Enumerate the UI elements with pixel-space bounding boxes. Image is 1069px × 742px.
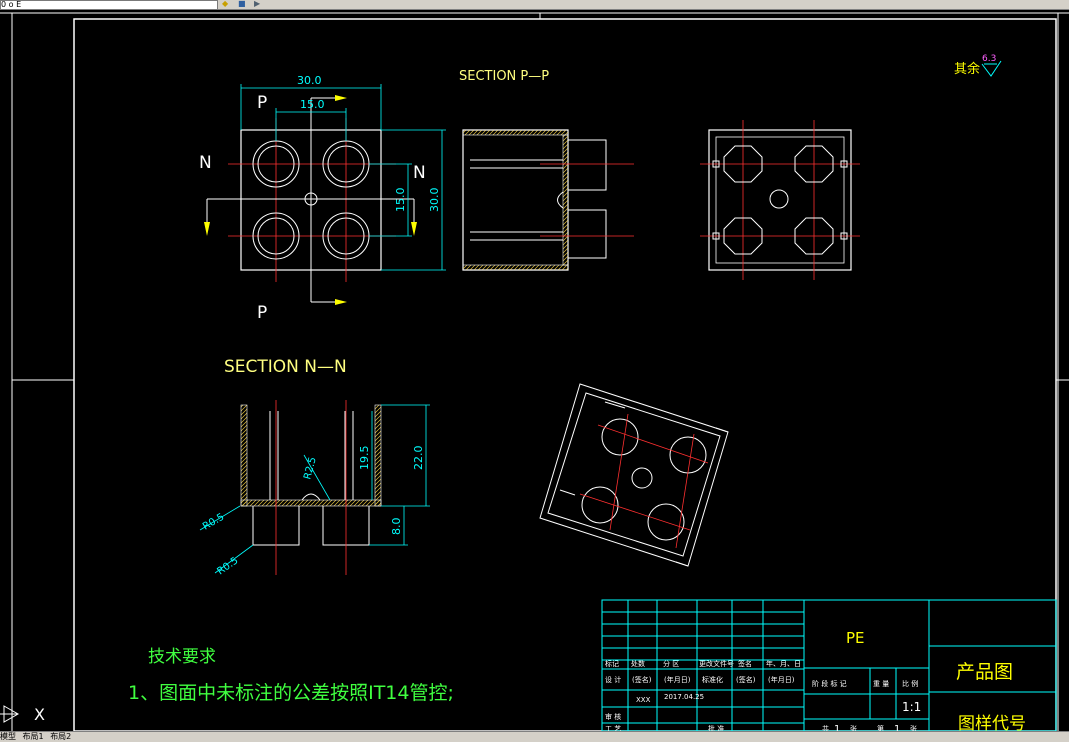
svg-text:阶 段 标 记: 阶 段 标 记 (812, 679, 847, 688)
svg-text:X: X (34, 705, 45, 724)
svg-text:(签名): (签名) (632, 675, 652, 684)
svg-text:重 量: 重 量 (873, 680, 889, 688)
tab-layout1[interactable]: 布局1 (23, 732, 44, 741)
tab-layout2[interactable]: 布局2 (50, 732, 71, 741)
tab-model[interactable]: 模型 (0, 732, 16, 741)
front-view: P P N N 30.0 15.0 15.0 30.0 (199, 74, 446, 323)
svg-text:产品图: 产品图 (956, 661, 1013, 683)
svg-text:30.0: 30.0 (297, 74, 322, 87)
svg-text:N: N (199, 153, 212, 173)
svg-text:N: N (413, 163, 426, 183)
svg-text:1:1: 1:1 (902, 700, 921, 714)
section-pp-title: SECTION P—P (459, 69, 549, 84)
sheet-frame (0, 12, 1069, 732)
svg-text:PE: PE (846, 629, 865, 647)
svg-text:R0.5: R0.5 (201, 512, 226, 533)
svg-text:年、月、日: 年、月、日 (766, 659, 801, 668)
svg-text:设 计: 设 计 (605, 675, 621, 684)
isometric-view (539, 383, 729, 567)
section-nn-title: SECTION N—N (224, 357, 347, 377)
layer-previous-icon[interactable]: ▶ (254, 0, 268, 8)
svg-text:30.0: 30.0 (428, 188, 441, 213)
svg-text:其余: 其余 (954, 61, 980, 77)
svg-text:P: P (257, 93, 267, 113)
svg-text:共: 共 (822, 724, 829, 731)
section-pp-view (462, 129, 634, 271)
svg-text:比 例: 比 例 (902, 679, 918, 688)
svg-text:标记: 标记 (605, 659, 619, 668)
svg-text:批 准: 批 准 (708, 724, 724, 731)
svg-text:XXX: XXX (636, 696, 651, 704)
back-view (700, 120, 860, 280)
svg-text:分 区: 分 区 (663, 659, 679, 668)
layout-tabs: 模型 布局1 布局2 (0, 731, 1069, 742)
ucs-icon: X (0, 705, 45, 724)
svg-text:(签名): (签名) (736, 675, 756, 684)
svg-text:6.3: 6.3 (982, 54, 996, 64)
svg-text:标准化: 标准化 (702, 675, 723, 684)
svg-text:22.0: 22.0 (412, 446, 425, 471)
layer-state-icon[interactable]: ◆ (222, 0, 236, 8)
svg-text:1: 1 (834, 724, 840, 731)
section-nn-view: 22.0 19.5 8.0 R2.5 R0.5 R0.5 (199, 400, 430, 577)
svg-text:处数: 处数 (631, 659, 645, 668)
svg-text:张: 张 (850, 724, 857, 731)
svg-text:张: 张 (910, 724, 917, 731)
svg-text:(年月日): (年月日) (768, 675, 795, 684)
tech-req-title: 技术要求 (148, 647, 216, 667)
svg-text:第: 第 (877, 724, 884, 731)
svg-text:2017.04.25: 2017.04.25 (664, 693, 704, 701)
svg-text:15.0: 15.0 (300, 98, 325, 111)
layer-manager-icon[interactable]: ■ (238, 0, 252, 8)
title-block: 标记 处数 分 区 更改文件号 签名 年、月、日 设 计 (签名) (年月日) … (601, 599, 1057, 735)
tech-req-line1: 1、图面中未标注的公差按照IT14管控; (128, 682, 454, 704)
svg-text:1: 1 (894, 724, 900, 731)
svg-text:图样代号: 图样代号 (958, 714, 1026, 731)
roughness-symbol: 其余 6.3 (954, 54, 1002, 77)
svg-text:R0.5: R0.5 (215, 555, 240, 577)
svg-text:(年月日): (年月日) (664, 675, 691, 684)
svg-text:15.0: 15.0 (394, 188, 407, 213)
layer-combo[interactable]: 0 o E (0, 0, 218, 10)
drawing-canvas[interactable]: 其余 6.3 SECTION P—P SECTION N—N P P N N 3… (0, 10, 1069, 735)
svg-text:签名: 签名 (738, 659, 752, 668)
svg-text:更改文件号: 更改文件号 (699, 659, 734, 668)
toolbar: 0 o E ◆ ■ ▶ (0, 0, 1069, 10)
svg-text:19.5: 19.5 (358, 446, 371, 471)
svg-text:审 核: 审 核 (605, 712, 621, 721)
svg-text:P: P (257, 303, 267, 323)
svg-text:8.0: 8.0 (390, 518, 403, 536)
